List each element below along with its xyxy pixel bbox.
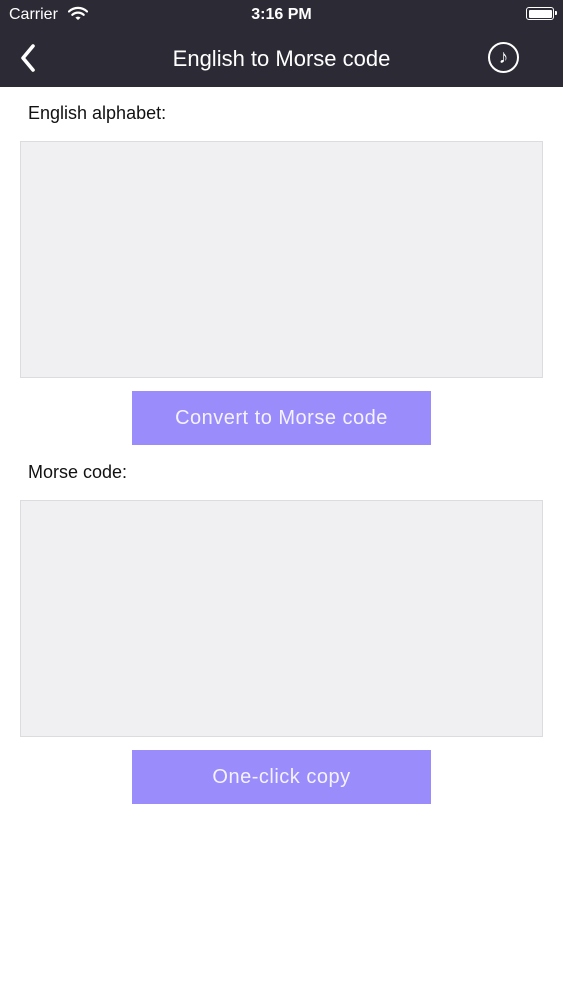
english-alphabet-label: English alphabet:	[28, 103, 167, 123]
status-bar: Carrier 3:16 PM	[0, 0, 563, 30]
english-input-field[interactable]	[20, 141, 543, 378]
clock-label: 3:16 PM	[251, 6, 312, 23]
convert-to-morse-button[interactable]: Convert to Morse code	[132, 391, 431, 445]
navigation-bar: English to Morse code ♪	[0, 30, 563, 87]
morse-code-label: Morse code:	[28, 462, 128, 482]
page-title: English to Morse code	[172, 46, 391, 71]
battery-icon	[526, 7, 557, 20]
chevron-left-icon	[21, 44, 35, 72]
morse-output-field[interactable]	[20, 500, 543, 737]
copy-button[interactable]: One-click copy	[132, 750, 431, 804]
back-button[interactable]	[10, 40, 46, 76]
music-button[interactable]: ♪	[488, 42, 519, 73]
music-note-icon: ♪	[498, 47, 509, 68]
